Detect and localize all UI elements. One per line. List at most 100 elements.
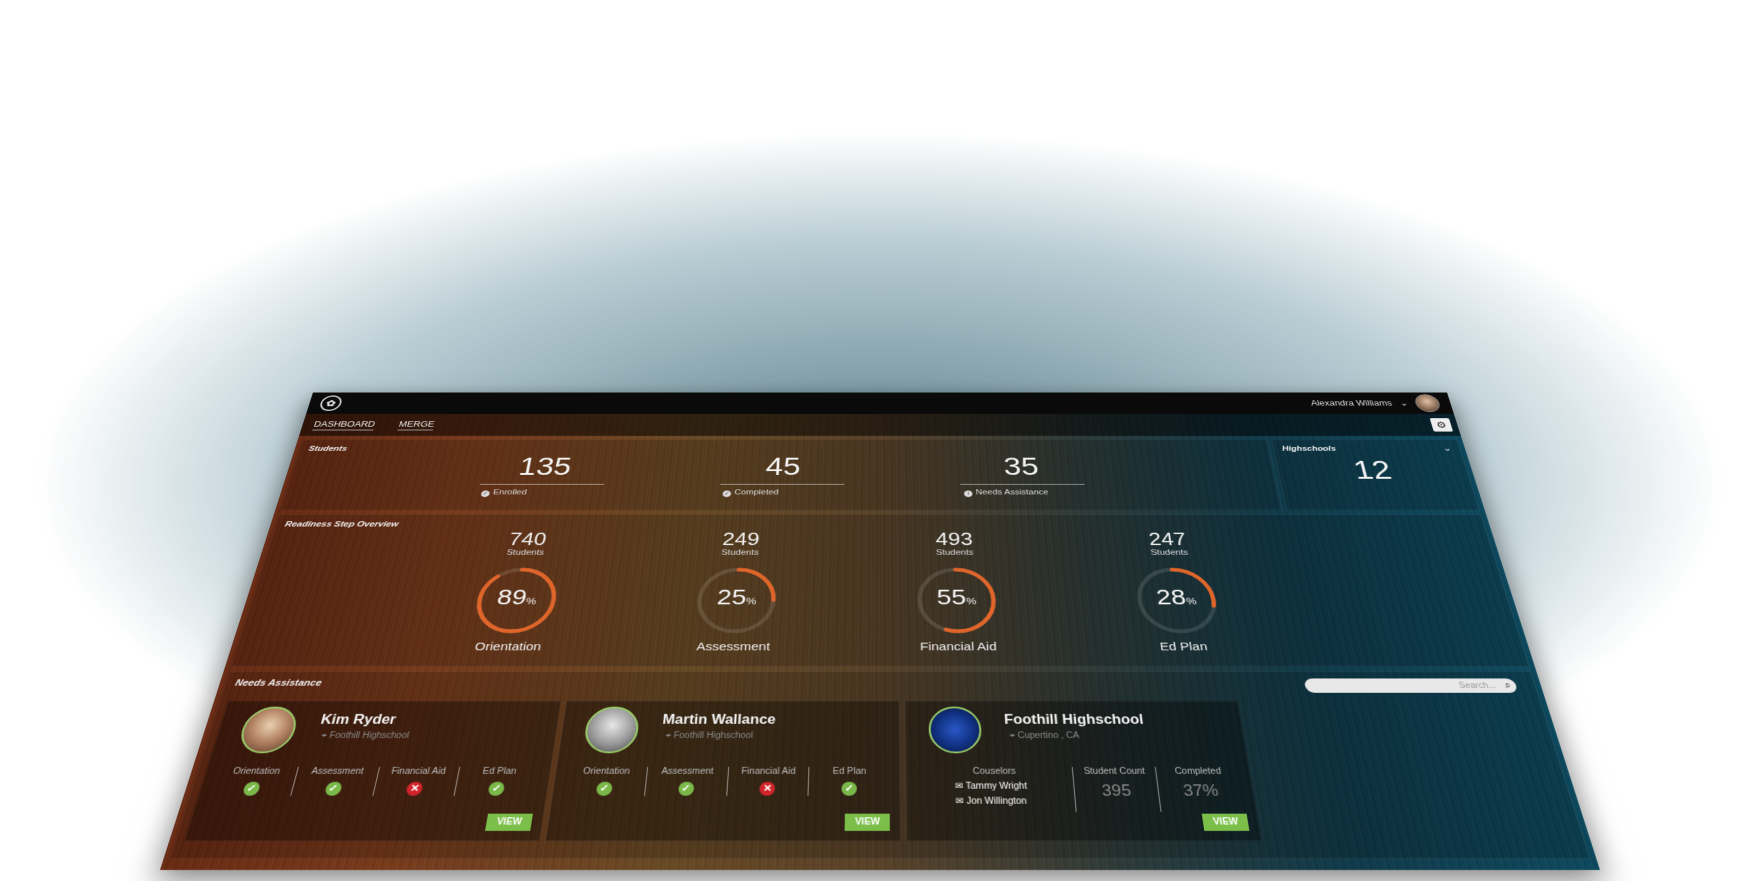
step-count: 740: [507, 528, 549, 550]
progress-ring: 28%: [1130, 565, 1225, 635]
readiness-step: 247 Students 28% Ed Plan: [1089, 528, 1265, 654]
step-name: Assessment: [695, 640, 771, 654]
step-check: Orientation ✓: [208, 766, 299, 796]
counselor-item[interactable]: ✉ Tammy Wright: [955, 782, 1074, 792]
check-label: Financial Aid: [741, 766, 796, 777]
stats-row: Students 135 ✓ Enrolled 45 ✓ Completed 35 …: [280, 439, 1480, 511]
perspective-stage: ✿ Alexandra Williams ⌄ DASHBOARD MERGE ⚙…: [160, 230, 1600, 870]
completed-label: Completed: [1174, 766, 1222, 777]
student-location: ⌖ Foothill Highschool: [665, 731, 754, 741]
students-panel: Students 135 ✓ Enrolled 45 ✓ Completed 35 …: [280, 439, 1282, 511]
step-name: Orientation: [473, 640, 543, 654]
chevron-down-icon[interactable]: ⌄: [1398, 399, 1408, 407]
panel-title: Students: [307, 445, 349, 453]
student-name: Kim Ryder: [319, 713, 398, 728]
step-sub: Students: [935, 548, 974, 557]
view-button[interactable]: VIEW: [845, 813, 890, 831]
x-icon: ✕: [759, 781, 776, 796]
check-label: Assessment: [310, 766, 365, 777]
user-menu[interactable]: Alexandra Williams ⌄: [1309, 394, 1443, 413]
student-location: ⌖ Foothill Highschool: [320, 731, 410, 741]
search-icon[interactable]: ⌕: [1503, 680, 1512, 690]
check-circle-icon: ✓: [480, 490, 491, 498]
stat-value: 45: [720, 453, 845, 485]
avatar[interactable]: [1412, 394, 1443, 413]
step-count: 493: [935, 528, 974, 550]
tab-merge[interactable]: MERGE: [397, 419, 436, 431]
check-label: Orientation: [582, 766, 631, 777]
student-card: Kim Ryder ⌖ Foothill Highschool Orientatio…: [184, 700, 561, 842]
stat-completed: 45 ✓ Completed: [719, 453, 845, 498]
student-count-col: Student Count 395: [1072, 766, 1162, 812]
check-circle-icon: ✓: [722, 490, 732, 498]
stat-value: 135: [479, 453, 609, 485]
check-icon: ✓: [241, 781, 262, 796]
check-icon: ✓: [677, 781, 695, 796]
view-button[interactable]: VIEW: [485, 813, 533, 831]
user-name[interactable]: Alexandra Williams: [1310, 399, 1393, 407]
logo-icon[interactable]: ✿: [318, 395, 344, 411]
school-name: Foothill Highschool: [1003, 713, 1145, 728]
counselors-label: Couselors: [972, 766, 1017, 777]
progress-ring: 89%: [467, 565, 564, 635]
readiness-steps: 740 Students 89% Orientation 249 Students 25% A…: [425, 528, 1265, 654]
percent-value: 89%: [495, 585, 538, 610]
student-stats: 135 ✓ Enrolled 45 ✓ Completed 35 ! Needs As…: [477, 453, 1086, 498]
top-bar: ✿ Alexandra Williams ⌄: [306, 392, 1454, 414]
stat-label: ✓ Enrolled: [480, 488, 528, 498]
step-check: Assessment ✓: [290, 766, 380, 796]
panel-title: Needs Assistance: [233, 678, 323, 689]
check-label: Ed Plan: [832, 766, 867, 777]
view-button[interactable]: VIEW: [1202, 813, 1250, 831]
step-check: Ed Plan ✓: [809, 767, 890, 796]
gear-icon[interactable]: ⚙: [1429, 418, 1454, 432]
school-logo: [928, 706, 983, 754]
percent-value: 25%: [716, 585, 757, 610]
info-icon: !: [963, 490, 973, 498]
stat-enrolled: 135 ✓ Enrolled: [477, 453, 609, 498]
progress-ring: 55%: [914, 565, 1001, 635]
stat-needs-assistance: 35 ! Needs Assistance: [959, 453, 1086, 498]
step-check: Assessment ✓: [644, 766, 729, 796]
student-card: Martin Wallance ⌖ Foothill Highschool Orie…: [545, 700, 901, 842]
counselors-col: Couselors ✉ Tammy Wright ✉ Jon Willingto…: [916, 766, 1077, 812]
needs-assistance-panel: Needs Assistance Search... ⌕ Kim Ryder ⌖ …: [169, 671, 1591, 859]
dashboard-screen: ✿ Alexandra Williams ⌄ DASHBOARD MERGE ⚙…: [160, 392, 1600, 870]
chevron-down-icon[interactable]: ⌄: [1442, 444, 1453, 453]
step-check: Financial Aid ✕: [726, 766, 810, 796]
step-check: Orientation ✓: [562, 766, 648, 796]
search-input[interactable]: Search... ⌕: [1303, 678, 1519, 693]
step-sub: Students: [721, 548, 759, 557]
step-name: Financial Aid: [919, 640, 998, 654]
check-label: Assessment: [660, 766, 714, 777]
readiness-panel: Readiness Step Overview 740 Students 89% Or…: [230, 514, 1530, 667]
stat-value: 35: [959, 453, 1085, 485]
step-check: Ed Plan ✓: [455, 767, 541, 796]
school-card: Foothill Highschool ⌖ Cupertino , CA Cou…: [904, 700, 1263, 842]
highschools-count: 12: [1350, 456, 1395, 485]
mail-icon: ✉: [955, 796, 967, 807]
student-cards: Kim Ryder ⌖ Foothill Highschool Orientatio…: [184, 700, 1263, 842]
search-placeholder[interactable]: Search...: [1458, 681, 1497, 690]
completed-col: Completed 37%: [1156, 767, 1246, 812]
step-name: Ed Plan: [1158, 640, 1209, 654]
progress-ring: 25%: [691, 565, 781, 635]
check-label: Ed Plan: [481, 766, 518, 777]
check-label: Orientation: [231, 766, 282, 777]
step-checks: Orientation ✓ Assessment ✓ Financial Aid ✕ Ed …: [562, 766, 890, 796]
tab-dashboard[interactable]: DASHBOARD: [312, 419, 377, 431]
check-label: Financial Aid: [390, 766, 447, 777]
percent-value: 28%: [1154, 585, 1198, 610]
stat-label: ! Needs Assistance: [961, 489, 1086, 498]
step-count: 247: [1147, 528, 1188, 550]
step-check: Financial Aid ✕: [372, 766, 461, 796]
counselor-item[interactable]: ✉ Jon Willington: [955, 797, 1075, 807]
check-icon: ✓: [487, 781, 506, 796]
readiness-step: 249 Students 25% Assessment: [651, 529, 818, 654]
completed-value: 37%: [1182, 781, 1220, 800]
avatar: [235, 706, 302, 754]
highschools-panel[interactable]: Highschools ⌄ 12: [1271, 439, 1480, 511]
readiness-step: 493 Students 55% Financial Aid: [877, 528, 1040, 654]
school-stats: Couselors ✉ Tammy Wright ✉ Jon Willingto…: [916, 766, 1246, 812]
nav-bar: DASHBOARD MERGE ⚙: [299, 413, 1461, 436]
